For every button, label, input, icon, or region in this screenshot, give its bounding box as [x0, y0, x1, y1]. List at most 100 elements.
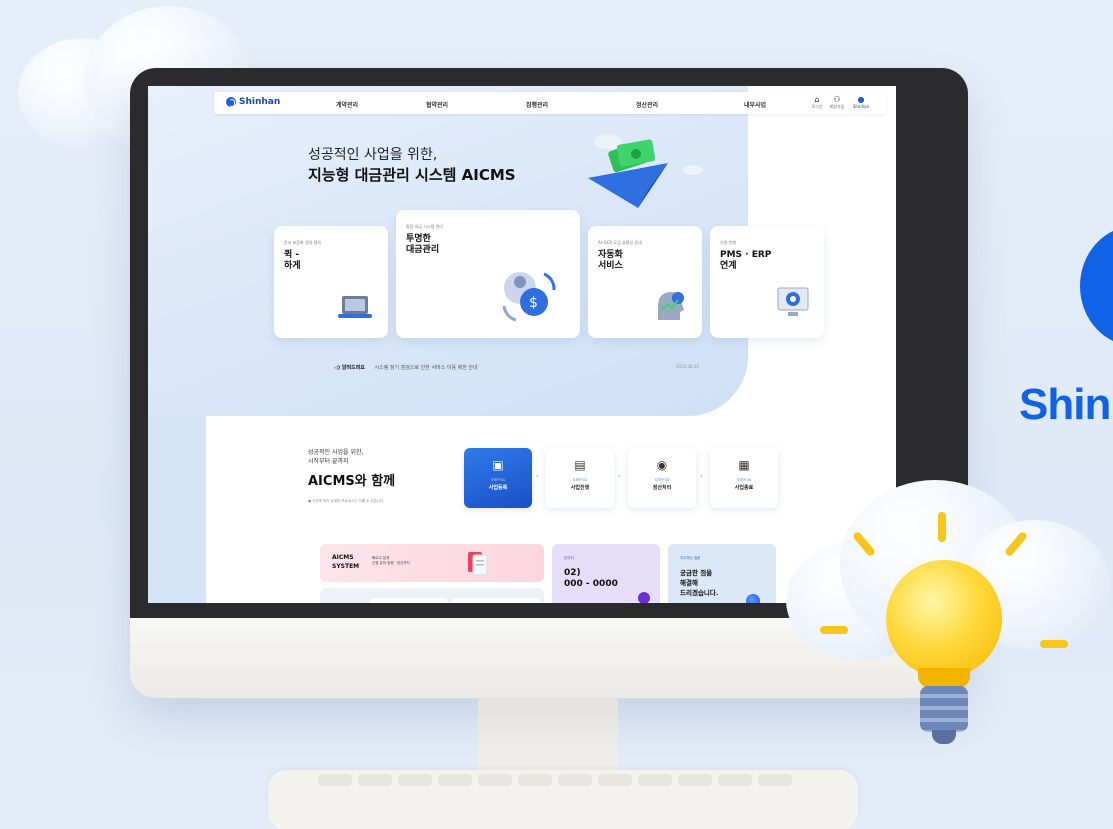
- nav-item-agreement[interactable]: 협약관리: [426, 100, 448, 109]
- key: [718, 774, 752, 786]
- quick-link-card[interactable]: [370, 598, 448, 603]
- money-airplane-illustration: [588, 135, 703, 208]
- notice-text: 시스템 정기 점검으로 인한 서비스 이용 제한 안내: [374, 365, 478, 371]
- chevron-right-icon: ›: [618, 472, 621, 480]
- nav-item-settlement[interactable]: 정산관리: [636, 100, 658, 109]
- key: [638, 774, 672, 786]
- process-intro: 성공적인 사업을 위한, 시작부터 끝까지: [308, 449, 364, 465]
- shinhan-link[interactable]: ● Shinhan: [852, 95, 870, 109]
- step-number: STEP 01: [490, 478, 506, 482]
- light-bulb-icon: [886, 560, 1002, 678]
- card-subtitle: 문서 표준화 경영 절차: [284, 240, 321, 245]
- quick-link-card[interactable]: [452, 598, 540, 603]
- step-2[interactable]: ▤ STEP 02 사업진행: [546, 448, 614, 508]
- step-number: STEP 02: [572, 478, 588, 482]
- shinhan-logo-icon: [226, 97, 236, 107]
- contact-label: 문의처: [564, 556, 574, 560]
- aicms-system-banner[interactable]: AICMS SYSTEM 빠르고 쉽게 신청 유의 집행 · 정산까지: [320, 544, 544, 582]
- aicms-system-title: AICMS SYSTEM: [332, 554, 360, 570]
- doc-progress-icon: ▤: [574, 458, 586, 472]
- faq-text: 궁금한 점을 해결해 드리겠습니다.: [680, 569, 719, 597]
- laptop-icon: [338, 296, 372, 318]
- key: [318, 774, 352, 786]
- card-subtitle: 통합 대금 시스템 관리: [406, 224, 443, 229]
- key: [678, 774, 712, 786]
- chat-icon[interactable]: [638, 592, 650, 603]
- contact-panel[interactable]: 문의처 02) 000 - 0000: [552, 544, 660, 603]
- faq-label: 자주하는 질문: [680, 556, 701, 560]
- feature-card-automation[interactable]: AI-OCR 도입 효율성 증대 자동화 서비스: [588, 226, 702, 338]
- quick-links-panel: [320, 588, 544, 603]
- key: [518, 774, 552, 786]
- bulb-neck: [918, 668, 970, 688]
- site-logo[interactable]: Shinhan: [226, 97, 280, 107]
- hero-line-1: 성공적인 사업을 위한,: [308, 147, 438, 163]
- key: [478, 774, 512, 786]
- top-navigation: Shinhan 계약관리 협약관리 집행관리 정산관리 내부사업 ⌂ 로그인 ⚇…: [214, 92, 886, 114]
- key: [358, 774, 392, 786]
- step-label: 사업진행: [570, 485, 590, 491]
- card-title: 퀵 - 하게: [284, 250, 301, 271]
- contact-phone: 02) 000 - 0000: [564, 568, 618, 589]
- login-button[interactable]: ⌂ 로그인: [808, 95, 826, 110]
- faq-icon: [746, 594, 760, 603]
- chevron-right-icon: ›: [700, 472, 703, 480]
- signup-label: 회원가입: [829, 104, 845, 109]
- brand-text: Shinhan: [1019, 380, 1113, 429]
- scene: Shinhan Shinhan 계약관리 협약관리 집행관리 정산관리: [0, 0, 1113, 829]
- card-title: PMS · ERP 연계: [720, 250, 772, 271]
- step-3[interactable]: ◉ STEP 03 정산처리: [628, 448, 696, 508]
- key: [598, 774, 632, 786]
- calendar-icon: ▦: [738, 458, 750, 472]
- website-screen: Shinhan 계약관리 협약관리 집행관리 정산관리 내부사업 ⌂ 로그인 ⚇…: [148, 86, 896, 603]
- clipboard-icon: ▣: [492, 458, 504, 472]
- card-title: 자동화 서비스: [598, 250, 623, 271]
- card-title: 투명한 대금관리: [406, 234, 440, 255]
- card-subtitle: AI-OCR 도입 효율성 증대: [598, 240, 642, 245]
- step-label: 정산처리: [652, 485, 672, 491]
- process-title: AICMS와 함께: [308, 474, 396, 489]
- faq-panel[interactable]: 자주하는 질문 궁금한 점을 해결해 드리겠습니다.: [668, 544, 776, 603]
- login-label: 로그인: [811, 104, 823, 109]
- light-ray: [938, 512, 946, 542]
- brand-logo-icon: [1080, 226, 1113, 346]
- nav-item-internal[interactable]: 내부사업: [744, 100, 766, 109]
- nav-item-execution[interactable]: 집행관리: [526, 100, 548, 109]
- step-label: 사업종료: [734, 485, 754, 491]
- step-label: 사업등록: [488, 485, 508, 491]
- feature-card-quick[interactable]: 문서 표준화 경영 절차 퀵 - 하게: [274, 226, 388, 338]
- feature-card-transparent[interactable]: 통합 대금 시스템 관리 투명한 대금관리 $: [396, 210, 580, 338]
- user-icon: ⚇: [833, 95, 841, 104]
- key: [558, 774, 592, 786]
- bulb-tip: [932, 730, 956, 744]
- notice-bar[interactable]: ◁) 알려드려요 시스템 정기 점검으로 인한 서비스 이용 제한 안내: [334, 364, 478, 371]
- shinhan-logo-icon: ●: [857, 95, 865, 104]
- step-4[interactable]: ▦ STEP 04 사업종료: [710, 448, 778, 508]
- notice-label: ◁) 알려드려요: [334, 365, 365, 371]
- monitor-stand: [478, 698, 618, 778]
- step-number: STEP 04: [736, 478, 752, 482]
- speaker-icon: ◁): [334, 365, 341, 371]
- key: [398, 774, 432, 786]
- nav-item-contract[interactable]: 계약관리: [336, 100, 358, 109]
- notice-date: 2022.08.20: [676, 364, 699, 369]
- card-subtitle: 기관 연계: [720, 240, 736, 245]
- lock-icon: ⌂: [814, 95, 820, 104]
- svg-text:$: $: [529, 295, 538, 311]
- payment-icon: $: [502, 272, 556, 322]
- notice-label-text: 알려드려요: [341, 365, 365, 371]
- chevron-right-icon: ›: [536, 472, 539, 480]
- document-stack-icon: [468, 552, 488, 576]
- light-ray: [1040, 640, 1068, 648]
- light-ray: [820, 626, 848, 634]
- key: [758, 774, 792, 786]
- bulb-socket: [920, 686, 968, 732]
- monitor-icon: [777, 287, 809, 316]
- site-logo-text: Shinhan: [239, 97, 281, 107]
- shinhan-link-label: Shinhan: [852, 104, 870, 109]
- step-1[interactable]: ▣ STEP 01 사업등록: [464, 448, 532, 508]
- signup-button[interactable]: ⚇ 회원가입: [828, 95, 846, 110]
- ai-head-icon: [658, 292, 684, 320]
- feature-card-pms-erp[interactable]: 기관 연계 PMS · ERP 연계: [710, 226, 824, 338]
- hero-title: 지능형 대금관리 시스템 AICMS: [308, 166, 516, 184]
